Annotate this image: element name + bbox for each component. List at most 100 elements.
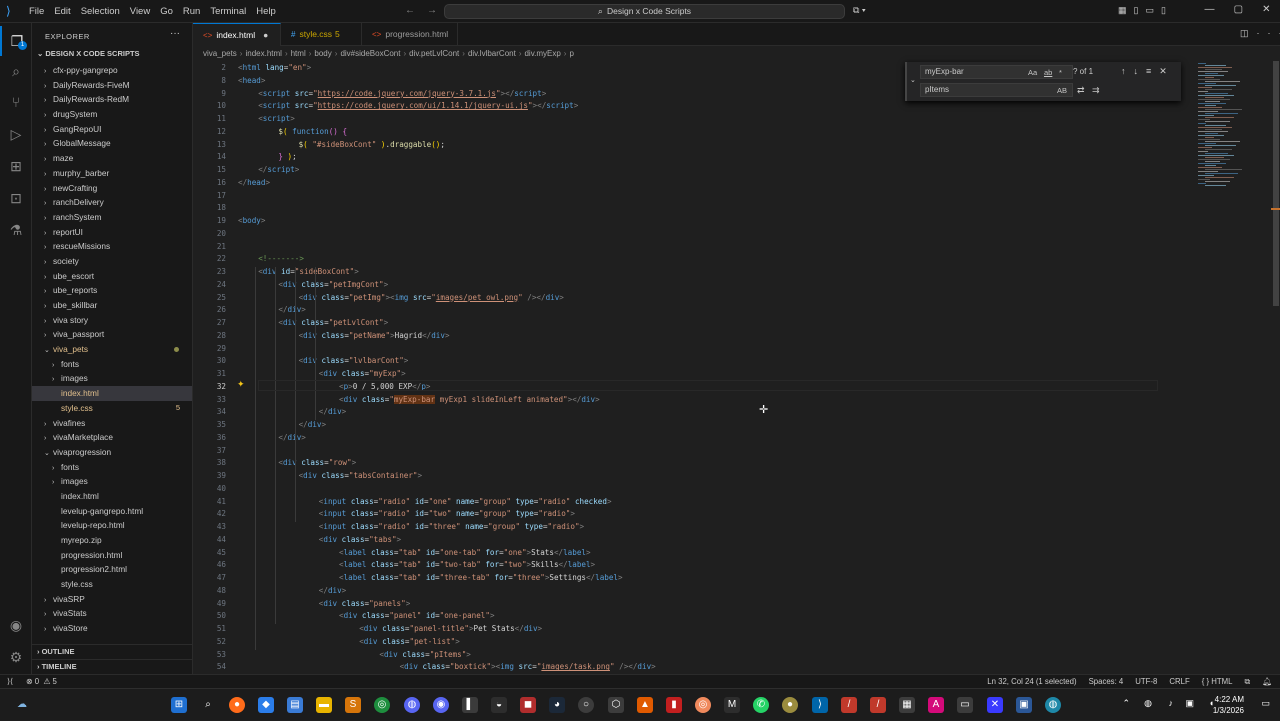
previous-match-icon[interactable]: ↑ [1121,66,1134,76]
tab-index-html[interactable]: <> index.html ● [193,23,281,46]
folder-item[interactable]: › ube_skillbar [32,298,192,313]
code-line[interactable]: <script src="https://code.jquery.com/jqu… [238,89,546,98]
app-icon[interactable]: ● [229,697,245,713]
account-icon[interactable]: ◉ [0,610,32,640]
run-debug-icon[interactable]: ▷ [0,119,32,149]
store-icon[interactable]: ▤ [287,697,303,713]
breadcrumb-item[interactable]: body [314,49,331,58]
folder-item[interactable]: › vivafines [32,416,192,431]
folder-item[interactable]: › vivaStats [32,606,192,621]
folder-item[interactable]: › images [32,474,192,489]
folder-item[interactable]: › DailyRewards-FiveM [32,78,192,93]
code-line[interactable]: <script> [238,114,295,123]
code-line[interactable]: <div class="panel-title">Pet Stats</div> [238,624,542,633]
code-line[interactable]: <div class="petName">Hagrid</div> [238,331,450,340]
code-line[interactable]: <div id="sideBoxCont"> [238,267,359,276]
copilot-app-icon[interactable]: ◆ [258,697,274,713]
folder-item[interactable]: ⌄ vivaprogression [32,445,192,460]
breadcrumb-item[interactable]: html [291,49,306,58]
breadcrumb-item[interactable]: div.lvlbarCont [468,49,516,58]
code-line[interactable]: <div class="tabs"> [238,535,401,544]
testing-icon[interactable]: ⚗ [0,215,32,245]
file-explorer-icon[interactable]: ▬ [316,697,332,713]
layout-controls[interactable]: ▦▯▭▯ [1118,5,1173,16]
split-editor-icon[interactable]: ◫ [1240,28,1257,38]
preserve-case-toggle[interactable]: AB [1057,86,1067,95]
scrollbar-thumb[interactable] [1273,61,1279,306]
folder-item[interactable]: › fonts [32,357,192,372]
code-line[interactable]: <head> [238,76,265,85]
code-line[interactable]: <label class="tab" id="one-tab" for="one… [238,548,591,557]
next-match-icon[interactable]: ↓ [1134,66,1147,76]
replace-input[interactable]: pItems [920,83,1073,97]
toggle-replace-chevron-icon[interactable]: ⌄ [910,76,916,84]
folder-item[interactable]: › society [32,254,192,269]
folder-item[interactable]: › vivaMarketplace [32,430,192,445]
file-item[interactable]: levelup-repo.html [32,518,192,533]
folder-item[interactable]: › viva story [32,313,192,328]
remote-explorer-icon[interactable]: ⊡ [0,183,32,213]
code-line[interactable]: <div class="lvlbarCont"> [238,356,409,365]
widgets-icon[interactable]: ☁ [14,697,30,713]
code-line[interactable]: </head> [238,178,270,187]
close-window-icon[interactable]: ✕ [1262,4,1270,15]
minimize-icon[interactable]: — [1205,4,1215,15]
app-icon[interactable]: ◼ [520,697,536,713]
code-line[interactable]: $( "#sideBoxCont" ).draggable(); [238,140,445,149]
folder-item[interactable]: › rescueMissions [32,239,192,254]
code-line[interactable]: <div class="panels"> [238,599,410,608]
close-find-icon[interactable]: ✕ [1159,66,1175,76]
menu-go[interactable]: Go [155,0,178,23]
app-icon[interactable]: ▲ [637,697,653,713]
source-control-icon[interactable]: ⑂ [0,87,32,117]
file-item[interactable]: progression2.html [32,562,192,577]
folder-item[interactable]: › GlobalMessage [32,136,192,151]
menu-edit[interactable]: Edit [49,0,75,23]
menu-file[interactable]: File [24,0,49,23]
notifications-bell-icon[interactable]: 🔔︎ [1262,675,1272,688]
replace-icon[interactable]: ⇄ [1077,85,1085,96]
code-line[interactable]: <div class="boxtick"><img src="images/ta… [238,662,656,671]
manage-gear-icon[interactable]: ⚙ [0,642,32,672]
breadcrumb-item[interactable]: div#sideBoxCont [340,49,400,58]
use-regex-toggle[interactable]: * [1059,68,1062,77]
code-line[interactable]: <body> [238,216,265,225]
github-icon[interactable]: ◒ [491,697,507,713]
code-line[interactable]: <div class="pet-list"> [238,637,460,646]
folder-item[interactable]: › viva_passport [32,327,192,342]
language-mode[interactable]: { } HTML [1202,675,1233,688]
folder-item[interactable]: › GangRepoUI [32,122,192,137]
outline-section[interactable]: › OUTLINE [32,644,192,657]
folder-item[interactable]: › vivaStore [32,621,192,636]
whatsapp-icon[interactable]: ✆ [753,697,769,713]
show-hidden-icons-chevron-icon[interactable]: ⌃ [1122,698,1130,709]
code-line[interactable]: <div class="petLvlCont"> [238,318,388,327]
breadcrumb-item[interactable]: p [569,49,573,58]
code-line[interactable]: </script> [238,165,299,174]
minimap[interactable] [1192,61,1268,191]
start-windows-icon[interactable]: ⊞ [171,697,187,713]
code-line[interactable]: <div class="panel" id="one-panel"> [238,611,495,620]
menu-terminal[interactable]: Terminal [205,0,251,23]
app-icon[interactable]: M [724,697,740,713]
calculator-icon[interactable]: ▦ [899,697,915,713]
folder-item[interactable]: ⌄ viva_pets [32,342,192,357]
vertical-scrollbar[interactable] [1271,61,1280,674]
app-icon[interactable]: ◍ [1045,697,1061,713]
app-icon[interactable]: ● [782,697,798,713]
breadcrumb-item[interactable]: viva_pets [203,49,237,58]
encoding[interactable]: UTF-8 [1135,675,1157,688]
breadcrumb-item[interactable]: div.myExp [524,49,560,58]
app-icon[interactable]: ▌ [462,697,478,713]
explorer-icon[interactable]: ❐ 1 [0,26,32,56]
code-line[interactable]: <div class="petImg"><img src="images/pet… [238,293,564,302]
steam-icon[interactable]: ◕ [549,697,565,713]
tab-style-css[interactable]: # style.css 5 [281,23,362,46]
folder-item[interactable]: › fonts [32,460,192,475]
maximize-icon[interactable]: ▢ [1234,4,1243,15]
code-line[interactable]: <div class="myExp"> [238,369,406,378]
folder-item[interactable]: › images [32,371,192,386]
copilot-status-icon[interactable]: ⧉ [1245,675,1251,688]
menu-view[interactable]: View [125,0,155,23]
end-of-line[interactable]: CRLF [1169,675,1189,688]
